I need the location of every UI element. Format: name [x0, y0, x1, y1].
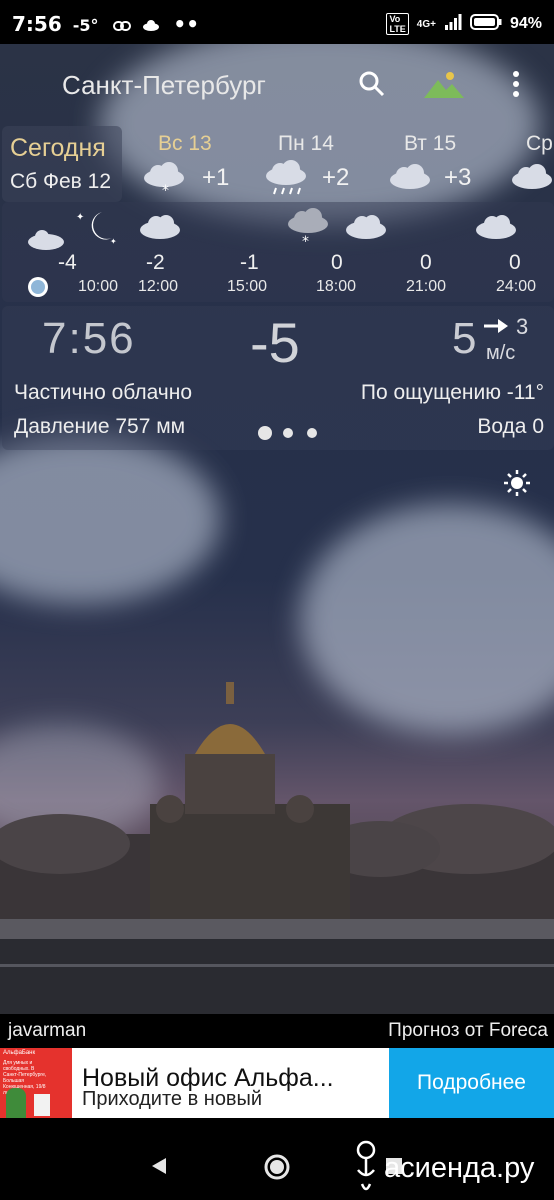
signal-icon: [444, 13, 462, 35]
hour-temp: 0: [420, 251, 432, 274]
network-label: 4G+: [416, 18, 436, 30]
svg-text:✦: ✦: [76, 212, 84, 223]
status-right: Vo LTE 4G+ 94%: [386, 13, 542, 35]
link-icon: [113, 12, 138, 36]
photo-author[interactable]: javarman: [8, 1020, 86, 1042]
hour-time: 15:00: [227, 278, 268, 295]
hour-time: 10:00: [78, 278, 119, 295]
watermark: асиенда.ру: [352, 1140, 534, 1196]
hour-temp: -4: [58, 251, 77, 274]
overflow-menu-icon[interactable]: [510, 70, 522, 105]
ad-banner[interactable]: АльфаБанк Для умных и свободных. В Санкт…: [0, 1048, 554, 1118]
hour-time: 21:00: [406, 278, 447, 295]
ad-details-button[interactable]: Подробнее: [389, 1048, 554, 1118]
svg-text:✦: ✦: [110, 237, 117, 246]
volte-icon: Vo LTE: [386, 13, 409, 35]
ad-thumbnail[interactable]: АльфаБанк Для умных и свободных. В Санкт…: [0, 1048, 72, 1118]
home-icon[interactable]: [264, 1154, 290, 1185]
condition-text: Частично облачно: [14, 381, 193, 404]
day-temp: +2: [322, 164, 350, 191]
cloud-icon: [344, 212, 388, 245]
day-label: Пн 14: [278, 132, 334, 155]
cloud-status-icon: [142, 12, 167, 36]
ad-thumb-brand: АльфаБанк: [3, 1050, 36, 1056]
svg-text:*: *: [162, 183, 169, 196]
search-icon[interactable]: [358, 70, 386, 103]
day-temp: +1: [202, 164, 230, 191]
day-tab-sun[interactable]: Вс 13 * +1: [140, 132, 250, 202]
today-date: Сб Фев 12: [10, 170, 112, 193]
back-icon[interactable]: [150, 1156, 168, 1181]
navigation-bar: асиенда.ру: [0, 1118, 554, 1200]
status-bar: 7:56 -5° •• Vo LTE 4G+ 94%: [0, 0, 554, 44]
water-temp: Вода 0: [477, 415, 544, 438]
hour-time: 24:00: [496, 278, 537, 295]
background-picture-icon[interactable]: [422, 68, 466, 105]
cathedral-silhouette: [0, 682, 554, 1014]
status-temp: -5°: [72, 16, 99, 35]
hour-temp: 0: [509, 251, 521, 274]
battery-level: 94%: [509, 15, 542, 32]
wind-direction-icon: [482, 316, 510, 341]
forecast-source[interactable]: Прогноз от Foreca: [388, 1020, 548, 1042]
svg-text:*: *: [302, 234, 309, 248]
day-tab-mon[interactable]: Пн 14 +2: [262, 132, 372, 202]
day-tab-tue[interactable]: Вт 15 +3: [386, 132, 496, 202]
rain-cloud-icon: [264, 160, 308, 201]
partly-cloudy-icon: [388, 160, 432, 195]
hour-temp: 0: [331, 251, 343, 274]
current-clock: 7:56: [42, 314, 136, 363]
city-title[interactable]: Санкт-Петербург: [62, 70, 266, 101]
today-tab[interactable]: Сегодня Сб Фев 12: [2, 126, 122, 202]
watermark-text: асиенда.ру: [384, 1151, 535, 1184]
day-tab-wed[interactable]: Ср: [508, 132, 554, 202]
hour-time: 12:00: [138, 278, 179, 295]
current-temp: -5: [250, 311, 300, 374]
today-label: Сегодня: [10, 134, 106, 162]
snow-cloud-icon: *: [142, 160, 186, 201]
day-label: Вс 13: [158, 132, 212, 155]
partly-cloudy-icon: [510, 160, 554, 195]
feels-like: По ощущению -11°: [360, 381, 544, 404]
wind-gust: 3: [516, 314, 529, 339]
hour-temp: -2: [146, 251, 165, 274]
status-time: 7:56: [12, 12, 62, 36]
cloud-icon: [138, 212, 182, 245]
footer-bar: javarman Прогноз от Foreca: [0, 1014, 554, 1048]
hour-temp: -1: [240, 251, 259, 274]
battery-icon: [469, 13, 502, 35]
current-time-marker: [26, 275, 50, 304]
wind-speed: 5: [452, 314, 477, 363]
pressure: Давление 757 мм: [14, 415, 186, 438]
moon-stars-icon: ✦ ✦: [74, 208, 118, 253]
more-dots-icon: ••: [173, 12, 199, 36]
moon-cloud-icon: [10, 206, 66, 257]
page-indicator[interactable]: [256, 424, 326, 447]
cloud-icon: [474, 212, 518, 245]
watermark-logo-icon: [356, 1140, 376, 1191]
hour-time: 18:00: [316, 278, 357, 295]
wind-unit: м/с: [486, 342, 516, 364]
ad-subtitle: Приходите в новый: [82, 1088, 263, 1110]
snow-cloud-icon: *: [286, 206, 330, 253]
day-label: Вт 15: [404, 132, 457, 155]
day-label: Ср: [526, 132, 553, 155]
status-time-group: 7:56 -5° ••: [12, 12, 199, 36]
sun-animation-icon[interactable]: [502, 468, 532, 503]
day-temp: +3: [444, 164, 472, 191]
